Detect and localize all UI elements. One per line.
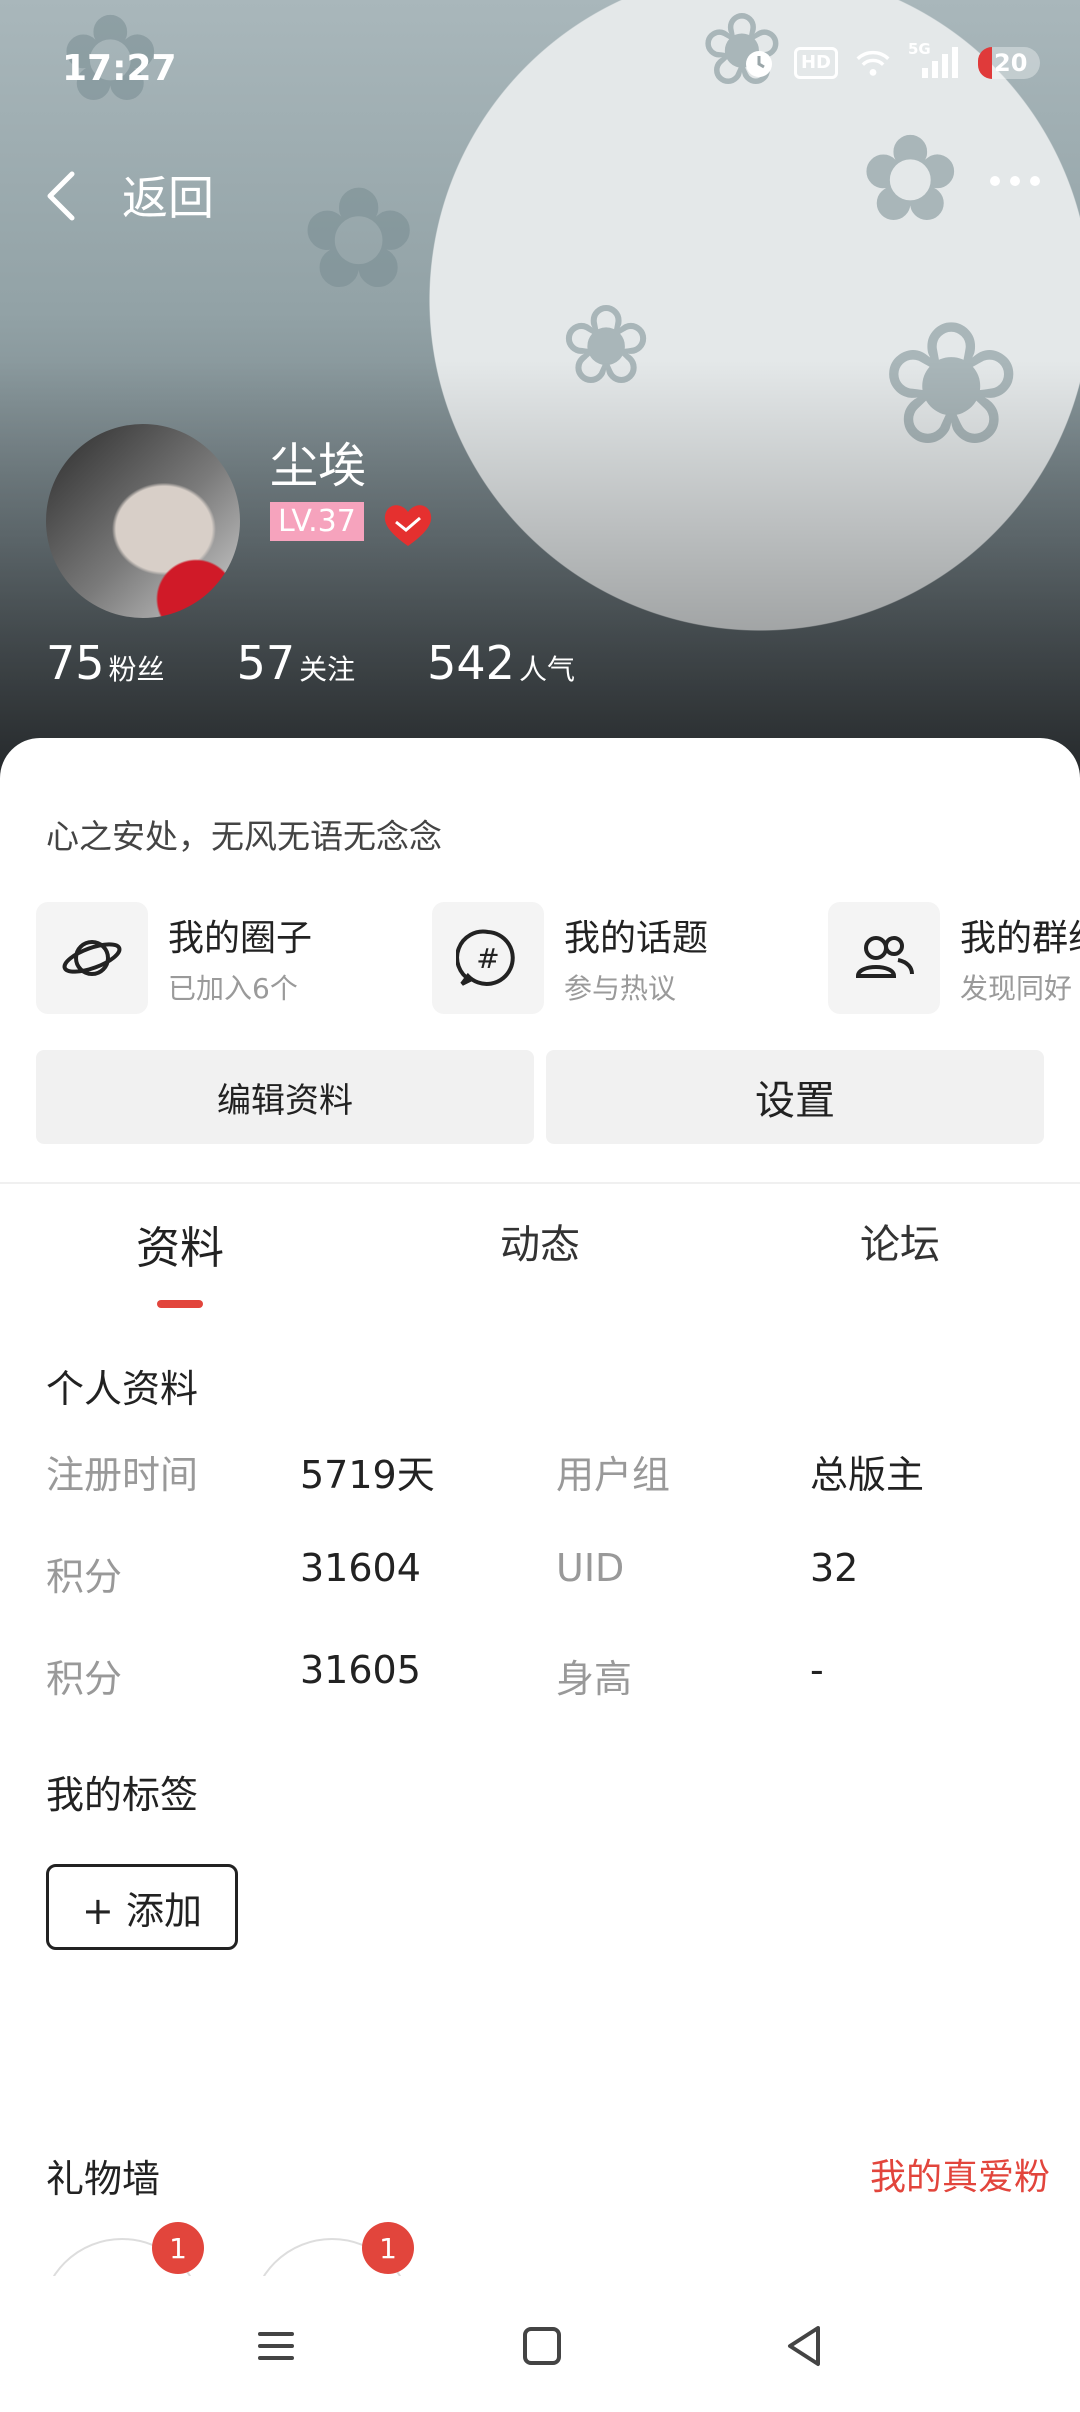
status-bar: 17:27 HD 5G 20 bbox=[0, 0, 1080, 140]
info-row: 注册时间 5719天 用户组 总版主 bbox=[0, 1444, 1080, 1504]
stat-value: 75 bbox=[46, 636, 105, 690]
network-type-label: 5G bbox=[908, 40, 931, 58]
battery-fill bbox=[978, 47, 992, 79]
shortcut-row: 我的圈子 已加入6个 # 我的话题 参与热议 我的群组 发现同好 bbox=[36, 900, 1080, 1016]
tab-feed[interactable]: 动态 bbox=[420, 1212, 660, 1270]
status-time: 17:27 bbox=[62, 48, 177, 89]
info-value: 31605 bbox=[300, 1648, 421, 1692]
menu-icon[interactable] bbox=[246, 2320, 306, 2372]
shortcut-groups[interactable]: 我的群组 发现同好 bbox=[828, 900, 1080, 1016]
stat-label: 人气 bbox=[518, 653, 575, 686]
info-key: 积分 bbox=[46, 1555, 123, 1599]
stat-fans[interactable]: 75 粉丝 bbox=[46, 636, 165, 690]
tab-forum[interactable]: 论坛 bbox=[780, 1212, 1020, 1270]
level-badge: LV.37 bbox=[270, 502, 364, 541]
status-icons: HD 5G 20 bbox=[742, 40, 1040, 80]
battery-level: 20 bbox=[994, 49, 1028, 77]
hashtag-bubble-icon: # bbox=[432, 902, 544, 1014]
edit-profile-button[interactable]: 编辑资料 bbox=[36, 1050, 534, 1144]
shortcut-subtitle: 参与热议 bbox=[564, 972, 677, 1005]
gift-count-badge: 1 bbox=[362, 2222, 414, 2274]
back-arrow-icon[interactable] bbox=[38, 166, 88, 226]
info-key: 用户组 bbox=[556, 1453, 671, 1497]
info-value: 总版主 bbox=[810, 1453, 925, 1497]
profile-stats: 75 粉丝 57 关注 542 人气 bbox=[46, 636, 647, 690]
tab-info[interactable]: 资料 bbox=[60, 1212, 300, 1276]
shortcut-subtitle: 已加入6个 bbox=[168, 972, 298, 1005]
avatar[interactable] bbox=[46, 424, 240, 618]
stat-value: 542 bbox=[427, 636, 515, 690]
profile-sheet: 心之安处，无风无语无念念 我的圈子 已加入6个 # 我的话题 参与热议 我的群 … bbox=[0, 738, 1080, 2412]
shortcut-subtitle: 发现同好 bbox=[960, 972, 1073, 1005]
info-key: 积分 bbox=[46, 1657, 123, 1701]
back-triangle-icon[interactable] bbox=[776, 2320, 836, 2372]
shortcut-title: 我的话题 bbox=[564, 918, 709, 959]
personal-info-title: 个人资料 bbox=[46, 1367, 199, 1411]
top-bar: 返回 bbox=[0, 150, 1080, 240]
info-row: 积分 31604 UID 32 bbox=[0, 1546, 1080, 1606]
stat-following[interactable]: 57 关注 bbox=[237, 636, 356, 690]
info-key: 身高 bbox=[556, 1657, 633, 1701]
svg-text:#: # bbox=[476, 942, 499, 975]
hd-icon: HD bbox=[793, 47, 838, 79]
wifi-icon bbox=[856, 46, 890, 80]
divider bbox=[0, 1182, 1080, 1184]
back-button[interactable]: 返回 bbox=[122, 162, 214, 228]
info-key: UID bbox=[556, 1546, 625, 1590]
alarm-icon bbox=[742, 46, 776, 80]
battery-icon: 20 bbox=[978, 47, 1040, 79]
info-value: 5719天 bbox=[300, 1453, 435, 1497]
stat-popularity[interactable]: 542 人气 bbox=[427, 636, 575, 690]
info-row: 积分 31605 身高 - bbox=[0, 1648, 1080, 1708]
tags-title: 我的标签 bbox=[46, 1773, 199, 1817]
username: 尘埃 bbox=[270, 438, 367, 494]
system-nav-bar bbox=[0, 2276, 1080, 2412]
active-tab-indicator bbox=[157, 1300, 203, 1308]
settings-button[interactable]: 设置 bbox=[546, 1050, 1044, 1144]
info-value: 31604 bbox=[300, 1546, 421, 1590]
planet-icon bbox=[36, 902, 148, 1014]
stat-label: 粉丝 bbox=[108, 653, 165, 686]
cell-signal-icon: 5G bbox=[908, 40, 960, 80]
gift-count-badge: 1 bbox=[152, 2222, 204, 2274]
true-fans-link[interactable]: 我的真爱粉 bbox=[870, 2148, 1050, 2200]
more-options-icon[interactable] bbox=[990, 176, 1040, 186]
info-key: 注册时间 bbox=[46, 1453, 199, 1497]
info-value: 32 bbox=[810, 1546, 859, 1590]
shortcut-circles[interactable]: 我的圈子 已加入6个 bbox=[36, 900, 312, 1016]
shortcut-title: 我的圈子 bbox=[168, 918, 313, 959]
stat-value: 57 bbox=[236, 636, 296, 690]
shortcut-title: 我的群组 bbox=[960, 918, 1080, 959]
stat-label: 关注 bbox=[299, 653, 356, 686]
gift-wall-title: 礼物墙 bbox=[46, 2157, 161, 2201]
home-icon[interactable] bbox=[512, 2320, 572, 2372]
info-value: - bbox=[810, 1648, 824, 1692]
profile-tabs: 资料 动态 论坛 bbox=[0, 1212, 1080, 1302]
heart-handshake-icon[interactable] bbox=[380, 500, 436, 550]
add-tag-button[interactable]: + 添加 bbox=[46, 1864, 238, 1950]
group-icon bbox=[828, 902, 940, 1014]
shortcut-topics[interactable]: # 我的话题 参与热议 bbox=[432, 900, 708, 1016]
bio-text: 心之安处，无风无语无念念 bbox=[46, 817, 442, 856]
